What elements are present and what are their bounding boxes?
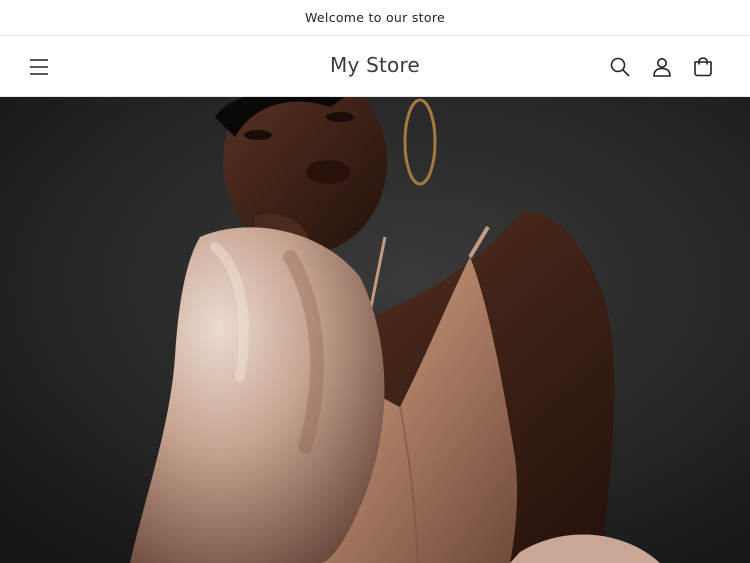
search-icon [610, 57, 630, 77]
cart-button[interactable] [685, 49, 721, 85]
cart-icon [694, 57, 712, 77]
account-icon [653, 58, 671, 77]
search-button[interactable] [602, 49, 638, 85]
hero-image [0, 97, 750, 563]
store-name-link[interactable]: My Store [330, 53, 420, 77]
announcement-text: Welcome to our store [305, 10, 445, 25]
hero-banner [0, 97, 750, 563]
announcement-bar: Welcome to our store [0, 0, 750, 36]
account-button[interactable] [644, 49, 680, 85]
site-header: My Store [0, 37, 750, 97]
